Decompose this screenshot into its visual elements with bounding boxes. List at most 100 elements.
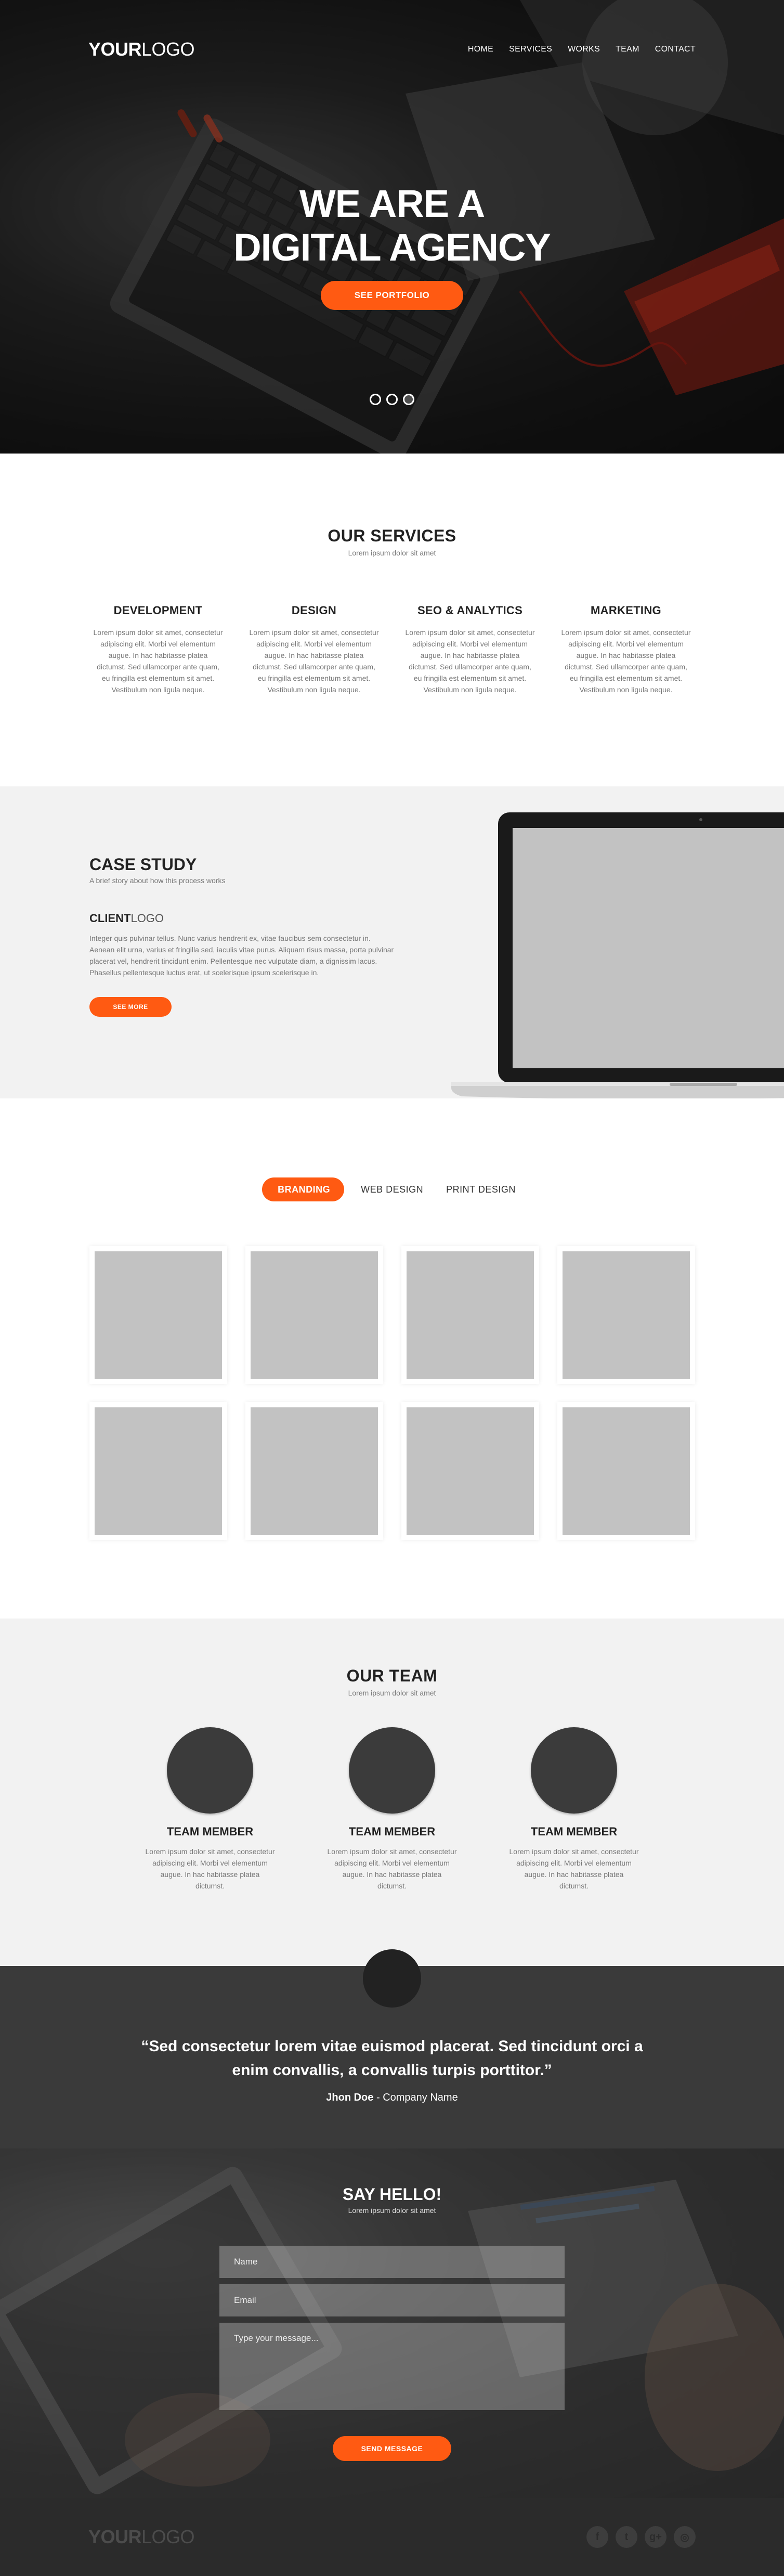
team-member-bio: Lorem ipsum dolor sit amet, consectetur …: [327, 1847, 457, 1890]
filter-print-design[interactable]: PRINT DESIGN: [440, 1177, 522, 1201]
service-description: Lorem ipsum dolor sit amet, consectetur …: [249, 628, 379, 694]
top-navigation: YOURLOGO HOME SERVICES WORKS TEAM CONTAC…: [0, 0, 784, 99]
service-title: MARKETING: [591, 604, 661, 617]
portfolio-item[interactable]: [401, 1246, 539, 1384]
team-member-card: TEAM MEMBER Lorem ipsum dolor sit amet, …: [327, 1727, 457, 1892]
hero-title: WE ARE A DIGITAL AGENCY: [0, 182, 784, 269]
portfolio-image-placeholder: [562, 1407, 690, 1535]
team-member-bio: Lorem ipsum dolor sit amet, consectetur …: [509, 1847, 639, 1890]
services-subtitle: Lorem ipsum dolor sit amet: [348, 549, 436, 557]
slider-dot-2[interactable]: [386, 394, 398, 405]
service-development: DEVELOPMENT Lorem ipsum dolor sit amet, …: [93, 604, 223, 695]
service-description: Lorem ipsum dolor sit amet, consectetur …: [93, 628, 223, 694]
laptop-mockup: [451, 812, 784, 1098]
portfolio-image-placeholder: [406, 1407, 534, 1535]
nav-menu: HOME SERVICES WORKS TEAM CONTACT: [468, 45, 696, 54]
testimonial-author: Jhon Doe - Company Name: [326, 2092, 458, 2103]
hero-title-line-2: DIGITAL AGENCY: [233, 226, 551, 269]
filter-branding[interactable]: BRANDING: [262, 1177, 345, 1201]
contact-form: SEND MESSAGE: [219, 2246, 565, 2461]
hero-section: YOURLOGO HOME SERVICES WORKS TEAM CONTAC…: [0, 0, 784, 454]
case-study-title: CASE STUDY: [89, 855, 197, 874]
social-links: f t g+ ◎: [586, 2526, 696, 2548]
case-study-section: CASE STUDY A brief story about how this …: [0, 786, 784, 1098]
services-section: OUR SERVICES Lorem ipsum dolor sit amet …: [0, 454, 784, 786]
contact-section: SAY HELLO! Lorem ipsum dolor sit amet SE…: [0, 2148, 784, 2498]
avatar: [167, 1727, 253, 1814]
name-input[interactable]: [219, 2246, 565, 2278]
facebook-icon[interactable]: f: [586, 2526, 608, 2548]
case-study-description: Integer quis pulvinar tellus. Nunc variu…: [89, 934, 394, 977]
team-member-bio: Lorem ipsum dolor sit amet, consectetur …: [145, 1847, 275, 1890]
author-name: Jhon Doe: [326, 2092, 374, 2103]
hero-title-line-1: WE ARE A: [299, 182, 486, 225]
service-design: DESIGN Lorem ipsum dolor sit amet, conse…: [249, 604, 379, 695]
team-member-name: TEAM MEMBER: [530, 1825, 618, 1838]
slider-dot-1[interactable]: [370, 394, 381, 405]
nav-item-services[interactable]: SERVICES: [509, 45, 552, 54]
team-subtitle: Lorem ipsum dolor sit amet: [348, 1689, 436, 1697]
team-member-card: TEAM MEMBER Lorem ipsum dolor sit amet, …: [509, 1727, 639, 1892]
portfolio-grid: [0, 1246, 784, 1540]
contact-title: SAY HELLO!: [342, 2185, 442, 2204]
service-title: SEO & ANALYTICS: [417, 604, 523, 617]
message-textarea[interactable]: [219, 2323, 565, 2410]
team-member-name: TEAM MEMBER: [166, 1825, 254, 1838]
service-seo-analytics: SEO & ANALYTICS Lorem ipsum dolor sit am…: [405, 604, 535, 695]
contact-content: SAY HELLO! Lorem ipsum dolor sit amet SE…: [0, 2148, 784, 2461]
see-portfolio-button[interactable]: SEE PORTFOLIO: [321, 281, 463, 310]
email-input[interactable]: [219, 2284, 565, 2316]
portfolio-image-placeholder: [250, 1251, 378, 1379]
portfolio-image-placeholder: [250, 1407, 378, 1535]
team-section: OUR TEAM Lorem ipsum dolor sit amet TEAM…: [0, 1619, 784, 1966]
portfolio-item[interactable]: [89, 1246, 227, 1384]
portfolio-image-placeholder: [94, 1407, 222, 1535]
hero-content: WE ARE A DIGITAL AGENCY SEE PORTFOLIO: [0, 182, 784, 310]
client-logo: CLIENTLOGO: [89, 912, 164, 925]
contact-subtitle: Lorem ipsum dolor sit amet: [348, 2206, 436, 2215]
nav-item-home[interactable]: HOME: [468, 45, 493, 54]
case-study-subtitle: A brief story about how this process wor…: [89, 876, 226, 885]
author-company: Company Name: [383, 2092, 458, 2103]
footer: YOURLOGO f t g+ ◎: [0, 2498, 784, 2576]
portfolio-image-placeholder: [406, 1251, 534, 1379]
nav-item-contact[interactable]: CONTACT: [655, 45, 696, 54]
header-logo[interactable]: YOURLOGO: [88, 38, 195, 60]
nav-item-team[interactable]: TEAM: [616, 45, 639, 54]
service-title: DESIGN: [291, 604, 337, 617]
testimonial-section: “Sed consectetur lorem vitae euismod pla…: [0, 1949, 784, 2148]
service-description: Lorem ipsum dolor sit amet, consectetur …: [405, 628, 535, 694]
service-description: Lorem ipsum dolor sit amet, consectetur …: [561, 628, 691, 694]
send-message-button[interactable]: SEND MESSAGE: [333, 2436, 451, 2461]
portfolio-section: BRANDING WEB DESIGN PRINT DESIGN: [0, 1098, 784, 1619]
case-study-content: CASE STUDY A brief story about how this …: [89, 855, 396, 1017]
portfolio-filters: BRANDING WEB DESIGN PRINT DESIGN: [0, 1177, 784, 1201]
portfolio-item[interactable]: [557, 1402, 695, 1540]
see-more-button[interactable]: SEE MORE: [89, 997, 172, 1017]
team-member-card: TEAM MEMBER Lorem ipsum dolor sit amet, …: [145, 1727, 275, 1892]
service-title: DEVELOPMENT: [113, 604, 203, 617]
team-member-name: TEAM MEMBER: [348, 1825, 436, 1838]
slider-dots: [0, 394, 784, 405]
filter-web-design[interactable]: WEB DESIGN: [355, 1177, 429, 1201]
portfolio-item[interactable]: [401, 1402, 539, 1540]
portfolio-image-placeholder: [562, 1251, 690, 1379]
footer-logo[interactable]: YOURLOGO: [88, 2526, 195, 2548]
portfolio-image-placeholder: [94, 1251, 222, 1379]
team-grid: TEAM MEMBER Lorem ipsum dolor sit amet, …: [0, 1727, 784, 1892]
testimonial-avatar: [363, 1949, 421, 2008]
portfolio-item[interactable]: [557, 1246, 695, 1384]
nav-item-works[interactable]: WORKS: [568, 45, 600, 54]
services-title: OUR SERVICES: [328, 526, 456, 545]
avatar: [531, 1727, 617, 1814]
instagram-icon[interactable]: ◎: [674, 2526, 696, 2548]
services-grid: DEVELOPMENT Lorem ipsum dolor sit amet, …: [0, 604, 784, 695]
avatar: [349, 1727, 435, 1814]
portfolio-item[interactable]: [245, 1402, 383, 1540]
google-plus-icon[interactable]: g+: [645, 2526, 667, 2548]
portfolio-item[interactable]: [89, 1402, 227, 1540]
slider-dot-3[interactable]: [403, 394, 414, 405]
service-marketing: MARKETING Lorem ipsum dolor sit amet, co…: [561, 604, 691, 695]
portfolio-item[interactable]: [245, 1246, 383, 1384]
twitter-icon[interactable]: t: [616, 2526, 637, 2548]
